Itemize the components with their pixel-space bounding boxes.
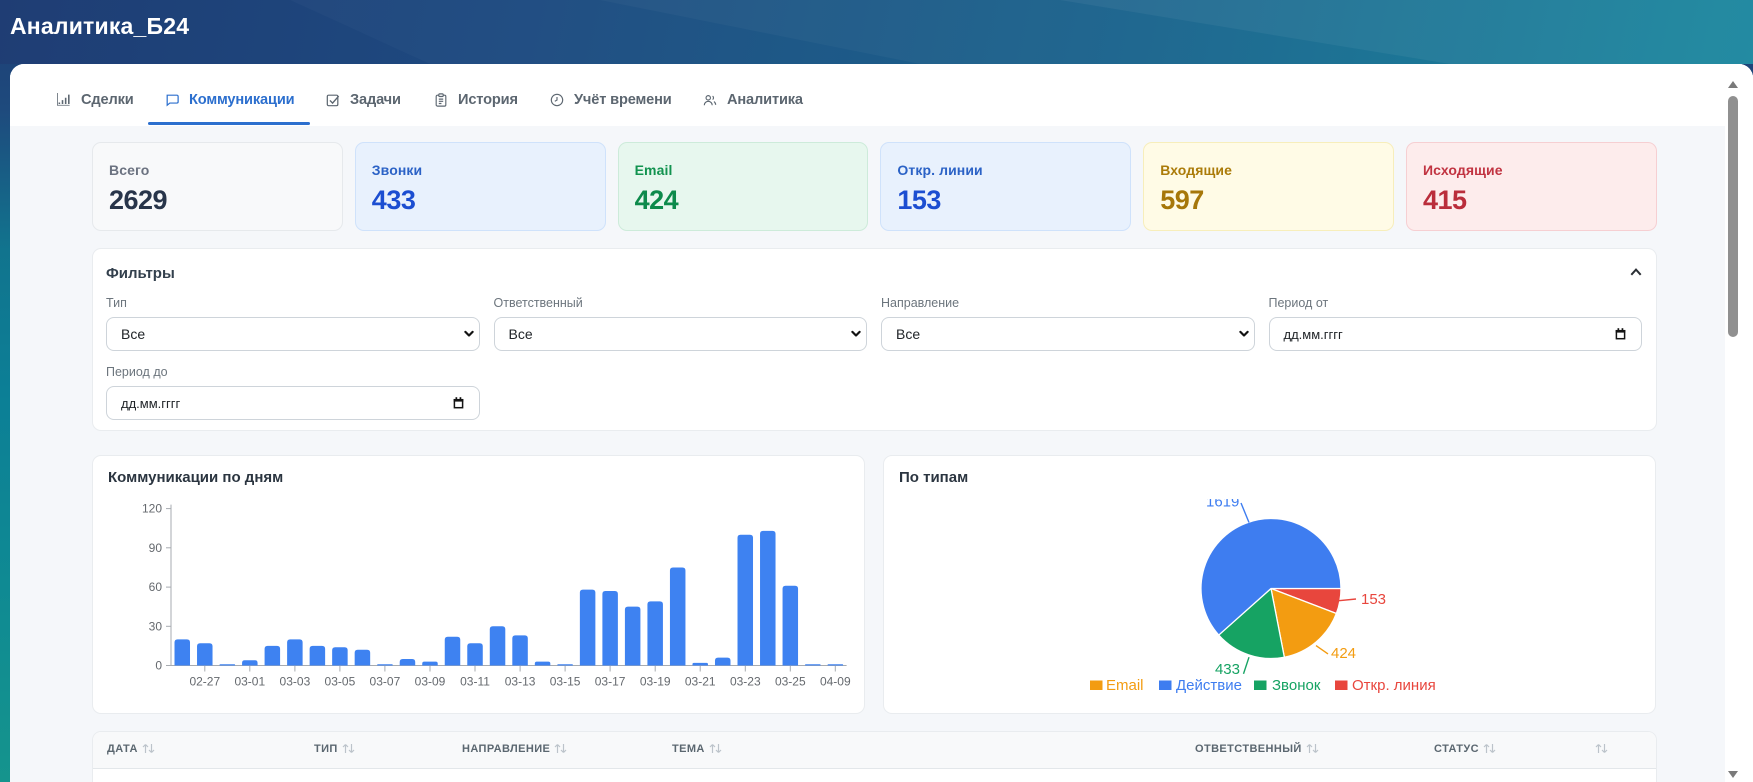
svg-text:03-21: 03-21 <box>685 675 716 689</box>
svg-text:03-11: 03-11 <box>460 675 490 689</box>
svg-text:03-09: 03-09 <box>415 675 446 689</box>
svg-text:90: 90 <box>149 541 163 555</box>
svg-text:03-07: 03-07 <box>370 675 401 689</box>
svg-text:02-27: 02-27 <box>189 675 220 689</box>
svg-text:Действие: Действие <box>1176 677 1242 694</box>
svg-text:Звонок: Звонок <box>1272 677 1321 694</box>
svg-text:03-23: 03-23 <box>730 675 761 689</box>
svg-text:60: 60 <box>149 580 163 594</box>
svg-text:03-19: 03-19 <box>640 675 671 689</box>
svg-text:03-01: 03-01 <box>234 675 265 689</box>
svg-text:0: 0 <box>155 659 162 673</box>
svg-text:03-05: 03-05 <box>325 675 356 689</box>
svg-text:03-17: 03-17 <box>595 675 626 689</box>
svg-text:03-15: 03-15 <box>550 675 581 689</box>
svg-text:153: 153 <box>1361 591 1386 608</box>
svg-text:1619: 1619 <box>1206 499 1239 511</box>
svg-text:04-09: 04-09 <box>820 675 851 689</box>
svg-text:Email: Email <box>1106 677 1144 694</box>
svg-text:424: 424 <box>1331 645 1356 662</box>
svg-text:Откр. линия: Откр. линия <box>1352 677 1436 694</box>
svg-text:03-03: 03-03 <box>280 675 311 689</box>
svg-text:433: 433 <box>1215 661 1240 678</box>
svg-text:03-25: 03-25 <box>775 675 806 689</box>
svg-text:120: 120 <box>142 502 162 516</box>
svg-text:03-13: 03-13 <box>505 675 536 689</box>
svg-text:30: 30 <box>149 619 163 633</box>
